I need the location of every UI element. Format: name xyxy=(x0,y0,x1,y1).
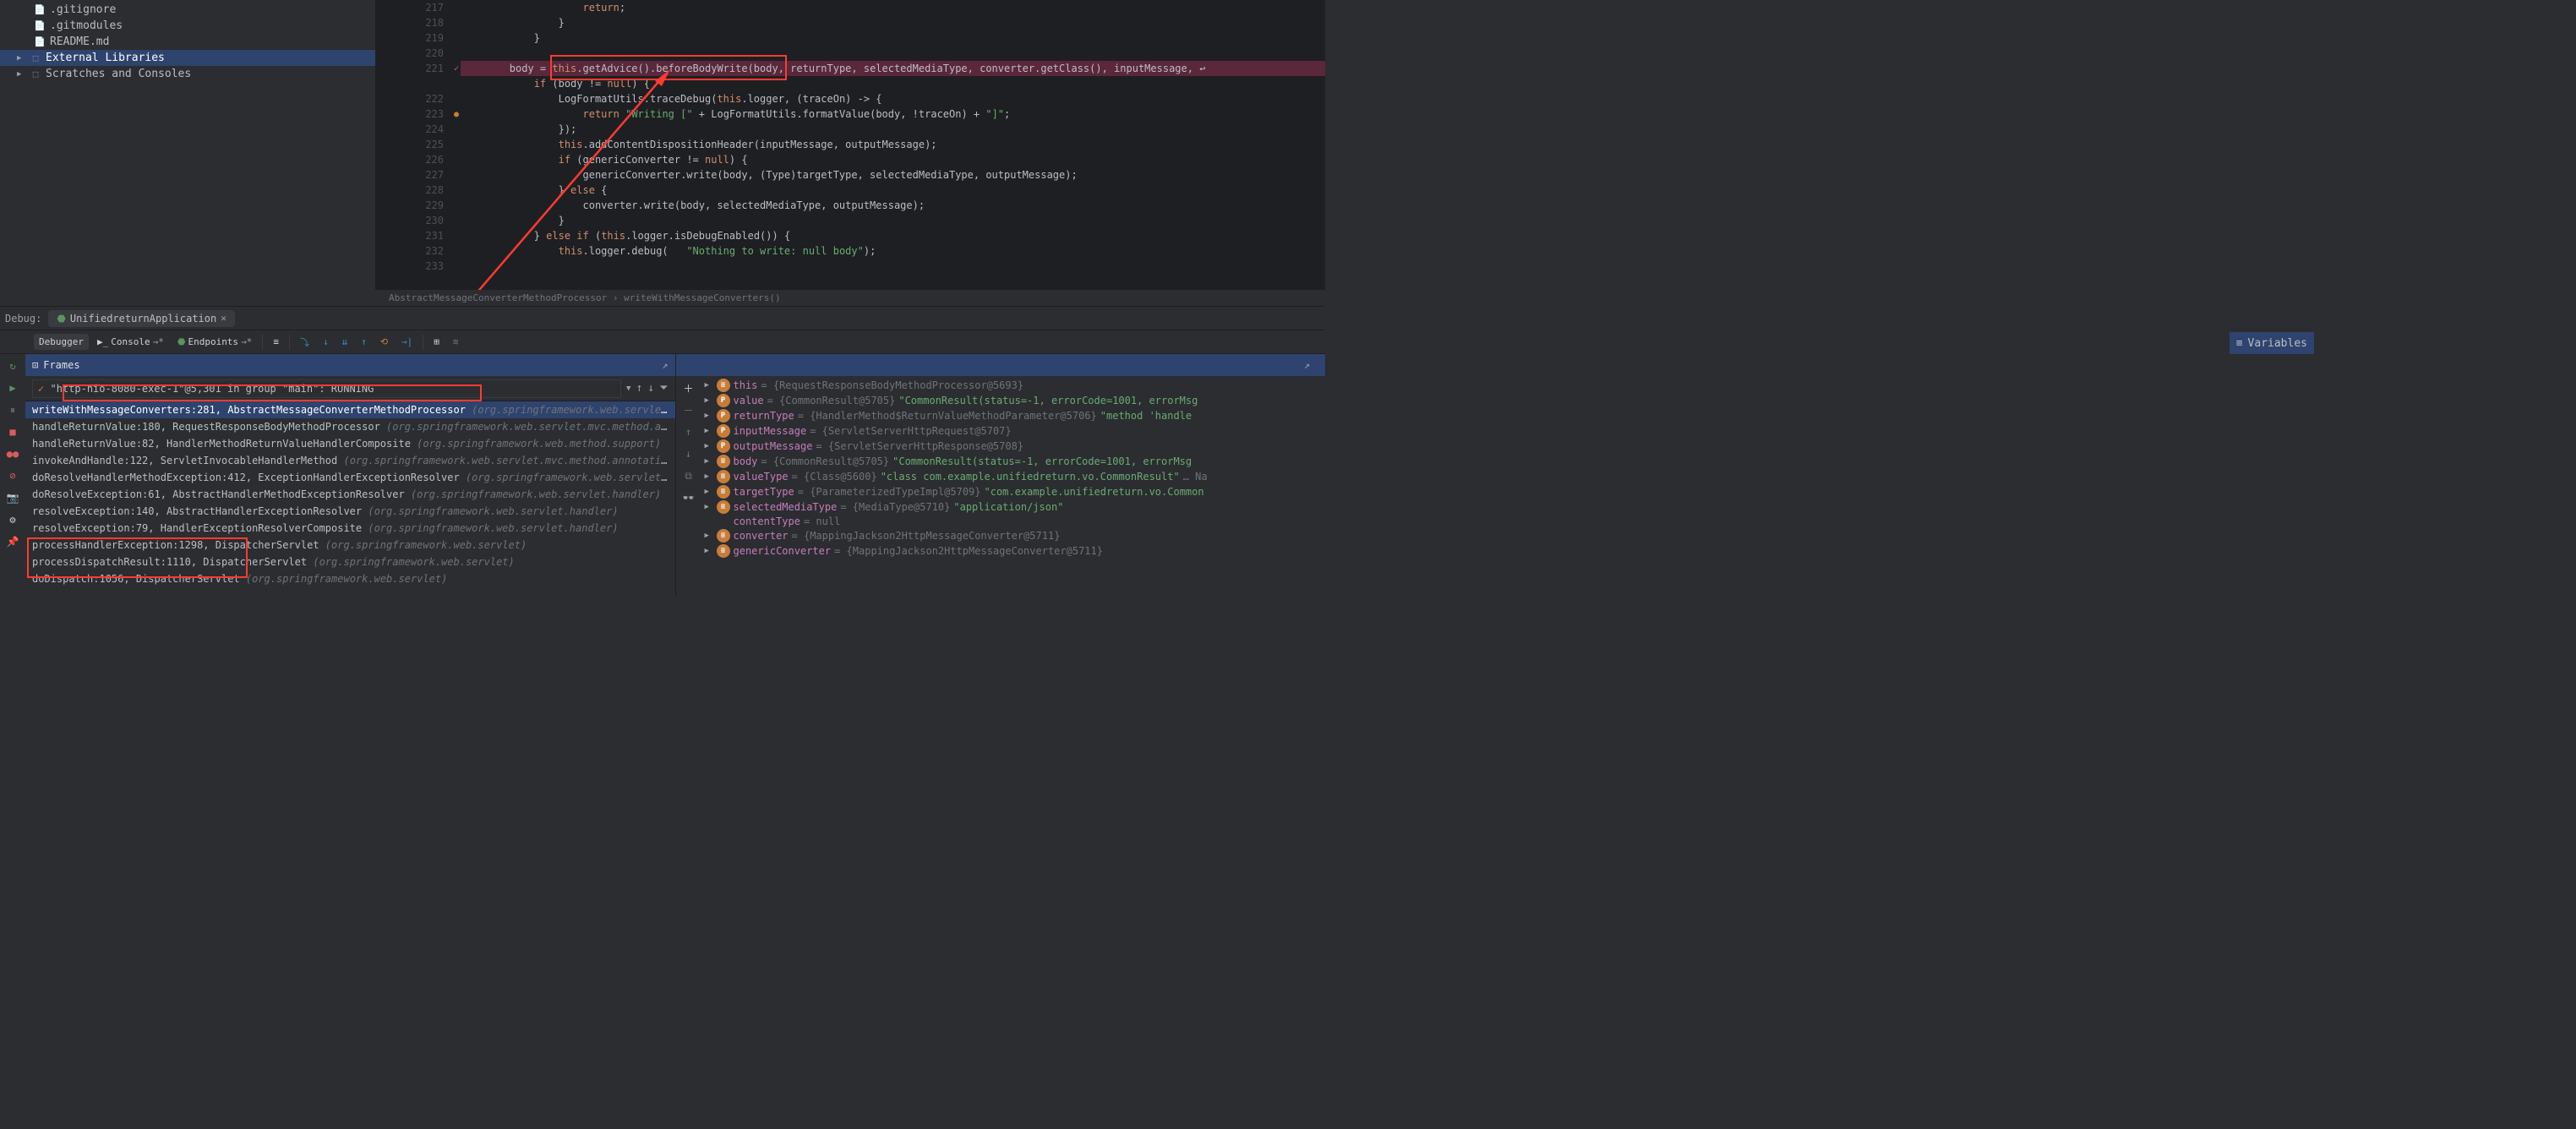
add-watch-button[interactable]: ＋ xyxy=(680,379,697,396)
scratch-icon: ⬚ xyxy=(30,68,41,80)
next-frame-icon[interactable]: ↓ xyxy=(647,382,654,395)
step-out-button[interactable]: ↑ xyxy=(356,334,372,350)
resume-button[interactable]: ▶ xyxy=(4,379,21,396)
step-over-button[interactable]: ⤵ xyxy=(295,333,314,352)
settings-button[interactable]: ⚙ xyxy=(4,511,21,528)
frames-icon: ⊡ xyxy=(32,359,38,371)
tab-console[interactable]: ▶_Console→* xyxy=(92,334,169,350)
variable-item[interactable]: ▶P outputMessage = {ServletServerHttpRes… xyxy=(701,439,1326,454)
chevron-right-icon: ▶ xyxy=(17,70,25,79)
gutter: 217218219220221✓222223●22422522622722822… xyxy=(376,0,452,274)
breakpoints-button[interactable]: ●● xyxy=(4,445,21,462)
variable-item[interactable]: ▶≡ converter = {MappingJackson2HttpMessa… xyxy=(701,528,1326,543)
variable-item[interactable]: ▶≡ body = {CommonResult@5705} "CommonRes… xyxy=(701,454,1326,469)
remove-watch-button[interactable]: － xyxy=(680,401,697,418)
variables-panel: ↗ ≡Variables ＋ － ↑ ↓ ⧉ 👓 ▶≡ this = {Requ… xyxy=(676,354,1326,596)
frame-item[interactable]: resolveException:140, AbstractHandlerExc… xyxy=(25,503,675,520)
frame-item[interactable]: processDispatchResult:1110, DispatcherSe… xyxy=(25,554,675,570)
frame-item[interactable]: resolveException:79, HandlerExceptionRes… xyxy=(25,520,675,537)
down-button[interactable]: ↓ xyxy=(680,445,697,462)
frame-item[interactable]: writeWithMessageConverters:281, Abstract… xyxy=(25,401,675,418)
code-area[interactable]: return; } } body = this.getAdvice().befo… xyxy=(461,0,1325,259)
endpoint-icon: ⬣ xyxy=(177,336,186,347)
frame-item[interactable]: handleReturnValue:180, RequestResponseBo… xyxy=(25,418,675,435)
tree-item-gitmodules[interactable]: 📄.gitmodules xyxy=(0,18,375,34)
step-into-button[interactable]: ↓ xyxy=(318,334,334,350)
variable-item[interactable]: ▶≡ genericConverter = {MappingJackson2Ht… xyxy=(701,543,1326,559)
frames-panel: ⊡Frames↗ ✓ "http-nio-8080-exec-1"@5,301 … xyxy=(25,354,676,596)
library-icon: ⬚ xyxy=(30,52,41,64)
rerun-button[interactable]: ↻ xyxy=(4,357,21,374)
stop-button[interactable]: ■ xyxy=(4,423,21,440)
close-icon[interactable]: ✕ xyxy=(221,313,226,324)
chevron-right-icon: ▶ xyxy=(17,54,25,63)
run-icon: ⬣ xyxy=(57,313,65,325)
force-step-into-button[interactable]: ⇊ xyxy=(337,334,353,350)
run-to-cursor-button[interactable]: →| xyxy=(396,334,418,350)
tree-item-external-libraries[interactable]: ▶⬚External Libraries xyxy=(0,50,375,66)
drop-frame-button[interactable]: ⟲ xyxy=(375,334,393,350)
debug-left-toolbar: ↻ ▶ ⏸ ■ ●● ⊘ 📷 ⚙ 📌 xyxy=(0,354,25,596)
project-tree: 📄.gitignore 📄.gitmodules 📄README.md ▶⬚Ex… xyxy=(0,0,376,290)
variable-item[interactable]: ▶≡ this = {RequestResponseBodyMethodProc… xyxy=(701,378,1326,393)
tree-item-scratches[interactable]: ▶⬚Scratches and Consoles xyxy=(0,66,375,82)
variable-item[interactable]: ▶P inputMessage = {ServletServerHttpRequ… xyxy=(701,423,1326,439)
trace-button[interactable]: ≋ xyxy=(448,334,464,350)
tree-item-readme[interactable]: 📄README.md xyxy=(0,34,375,50)
pin-button[interactable]: 📌 xyxy=(4,533,21,550)
evaluate-button[interactable]: ⊞ xyxy=(428,334,445,350)
variable-item[interactable]: ▶≡ valueType = {Class@5600} "class com.e… xyxy=(701,469,1326,484)
restore-layout-icon[interactable]: ↗ xyxy=(662,359,668,371)
variable-item[interactable]: ▶P value = {CommonResult@5705} "CommonRe… xyxy=(701,393,1326,408)
restore-layout-icon[interactable]: ↗ xyxy=(1304,359,1310,371)
vars-list[interactable]: ▶≡ this = {RequestResponseBodyMethodProc… xyxy=(701,376,1326,596)
frame-item[interactable]: doResolveHandlerMethodException:412, Exc… xyxy=(25,469,675,486)
debug-config-tab[interactable]: ⬣UnifiedreturnApplication✕ xyxy=(48,310,235,327)
vars-toolbar: ＋ － ↑ ↓ ⧉ 👓 xyxy=(676,376,701,596)
copy-button[interactable]: ⧉ xyxy=(680,467,697,484)
prev-frame-icon[interactable]: ↑ xyxy=(636,382,642,395)
frame-item[interactable]: doDispatch:1056, DispatcherServlet (org.… xyxy=(25,570,675,587)
debug-label: Debug: xyxy=(5,313,41,325)
frame-list[interactable]: writeWithMessageConverters:281, Abstract… xyxy=(25,401,675,596)
filter-icon[interactable]: ⏷ xyxy=(659,382,668,395)
variable-item[interactable]: ▶≡ targetType = {ParameterizedTypeImpl@5… xyxy=(701,484,1326,499)
frames-header: ⊡Frames↗ xyxy=(25,354,675,376)
file-icon: 📄 xyxy=(34,36,46,48)
mute-breakpoints-button[interactable]: ⊘ xyxy=(4,467,21,484)
tree-item-gitignore[interactable]: 📄.gitignore xyxy=(0,2,375,18)
up-button[interactable]: ↑ xyxy=(680,423,697,440)
file-icon: 📄 xyxy=(34,20,46,32)
thread-selector[interactable]: ✓ "http-nio-8080-exec-1"@5,301 in group … xyxy=(32,379,621,398)
frame-item[interactable]: handleReturnValue:82, HandlerMethodRetur… xyxy=(25,435,675,452)
layout-button[interactable]: ≡ xyxy=(268,334,284,350)
variable-item[interactable]: contentType = null xyxy=(701,515,1326,528)
vars-icon: ≡ xyxy=(2236,337,2243,350)
file-icon: 📄 xyxy=(34,4,46,16)
breadcrumb: AbstractMessageConverterMethodProcessor … xyxy=(0,290,1325,306)
frame-item[interactable]: doResolveException:61, AbstractHandlerMe… xyxy=(25,486,675,503)
variable-item[interactable]: ▶P returnType = {HandlerMethod$ReturnVal… xyxy=(701,408,1326,423)
vars-title: Variables xyxy=(2248,337,2307,350)
watches-button[interactable]: 👓 xyxy=(680,489,697,506)
pause-button[interactable]: ⏸ xyxy=(4,401,21,418)
dump-button[interactable]: 📷 xyxy=(4,489,21,506)
code-editor[interactable]: 217218219220221✓222223●22422522622722822… xyxy=(376,0,1325,290)
frame-item[interactable]: processHandlerException:1298, Dispatcher… xyxy=(25,537,675,554)
tab-endpoints[interactable]: ⬣Endpoints→* xyxy=(172,334,257,350)
console-icon: ▶_ xyxy=(97,336,108,347)
tab-debugger[interactable]: Debugger xyxy=(34,334,89,350)
debug-panel: Debug: ⬣UnifiedreturnApplication✕ Debugg… xyxy=(0,306,1325,596)
frame-item[interactable]: invokeAndHandle:122, ServletInvocableHan… xyxy=(25,452,675,469)
variable-item[interactable]: ▶≡ selectedMediaType = {MediaType@5710} … xyxy=(701,499,1326,515)
